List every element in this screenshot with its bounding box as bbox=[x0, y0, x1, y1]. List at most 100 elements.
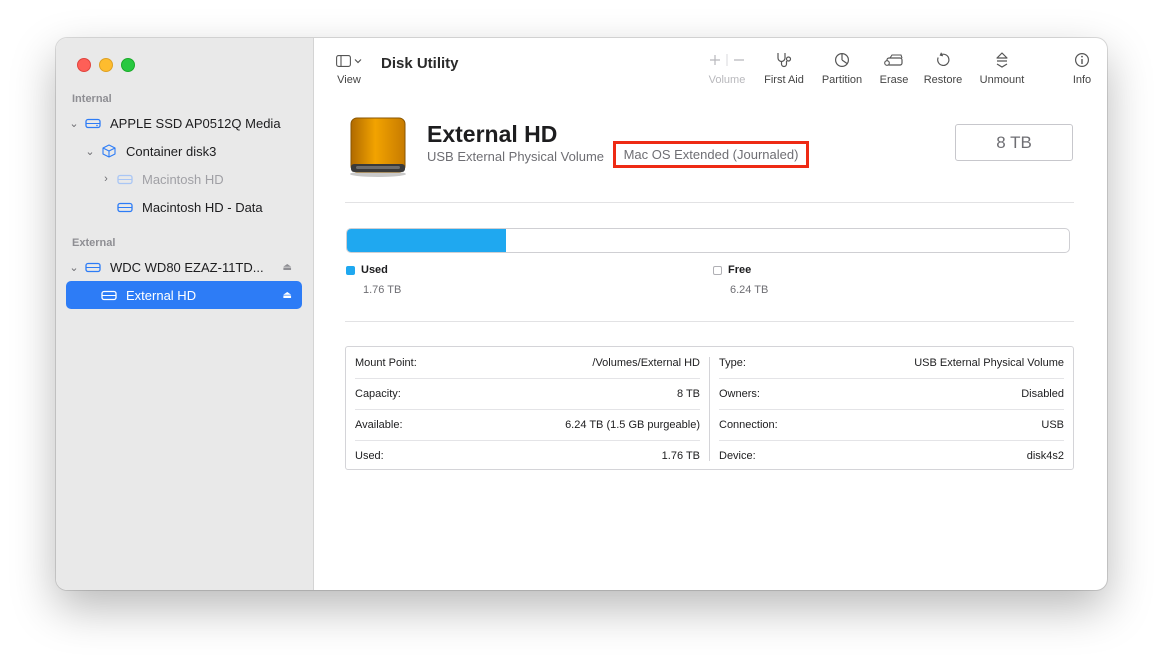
sidebar-item-label: Container disk3 bbox=[126, 143, 217, 159]
info-button[interactable]: Info bbox=[1068, 50, 1096, 86]
sidebar-item-label: External HD bbox=[126, 287, 197, 303]
chevron-down-icon bbox=[354, 59, 362, 64]
restore-button[interactable]: Restore bbox=[920, 50, 966, 86]
view-toolbar-group: View bbox=[334, 52, 364, 86]
info-value: 8 TB bbox=[676, 387, 700, 400]
divider bbox=[345, 321, 1074, 322]
sidebar-toggle-icon bbox=[336, 52, 362, 70]
zoom-button[interactable] bbox=[121, 58, 135, 72]
usage-bar-used-fill bbox=[347, 229, 506, 252]
disk-size-box: 8 TB bbox=[955, 124, 1073, 161]
partition-button[interactable]: Partition bbox=[818, 50, 866, 86]
section-external-label: External bbox=[72, 237, 116, 249]
close-button[interactable] bbox=[77, 58, 91, 72]
info-row-owners: Owners: Disabled bbox=[719, 378, 1064, 410]
sidebar-item-label: WDC WD80 EZAZ-11TD... bbox=[110, 259, 264, 275]
info-key: Mount Point: bbox=[355, 356, 417, 369]
volume-button[interactable]: Volume bbox=[704, 50, 750, 86]
disk-name: External HD bbox=[427, 121, 558, 147]
view-button[interactable]: View bbox=[334, 52, 364, 86]
info-value: Disabled bbox=[1021, 387, 1064, 400]
sidebar-item-wdc-drive[interactable]: ⌄ WDC WD80 EZAZ-11TD... ⏏ bbox=[66, 253, 302, 281]
partition-label: Partition bbox=[821, 74, 863, 86]
pie-icon bbox=[834, 50, 850, 70]
sidebar-item-apple-ssd[interactable]: ⌄ APPLE SSD AP0512Q Media bbox=[66, 109, 302, 137]
sidebar-item-macintosh-hd[interactable]: › Macintosh HD bbox=[98, 165, 302, 193]
unmount-label: Unmount bbox=[979, 74, 1025, 86]
info-value: /Volumes/External HD bbox=[592, 356, 700, 369]
used-label: Used bbox=[361, 264, 388, 276]
chevron-right-icon[interactable]: › bbox=[98, 173, 114, 185]
erase-button[interactable]: Erase bbox=[874, 50, 914, 86]
legend-used: Used 1.76 TB bbox=[346, 264, 401, 296]
chevron-down-icon[interactable]: ⌄ bbox=[66, 117, 82, 130]
chevron-down-icon[interactable]: ⌄ bbox=[66, 261, 82, 274]
info-row-available: Available: 6.24 TB (1.5 GB purgeable) bbox=[355, 409, 700, 441]
info-value: disk4s2 bbox=[1026, 449, 1064, 462]
chevron-down-icon[interactable]: ⌄ bbox=[82, 145, 98, 158]
external-hd-drive-icon bbox=[348, 116, 408, 183]
disk-type: USB External Physical Volume bbox=[427, 149, 605, 164]
view-label: View bbox=[337, 74, 361, 86]
info-label: Info bbox=[1072, 74, 1092, 86]
plus-minus-icon bbox=[708, 50, 746, 70]
external-drive-icon bbox=[82, 261, 104, 273]
info-value: USB External Physical Volume bbox=[914, 356, 1064, 369]
section-internal-label: Internal bbox=[72, 93, 112, 105]
info-row-mount-point: Mount Point: /Volumes/External HD bbox=[355, 347, 700, 379]
info-value: 1.76 TB bbox=[661, 449, 700, 462]
volume-drive-icon bbox=[98, 289, 120, 301]
info-row-device: Device: disk4s2 bbox=[719, 440, 1064, 471]
restore-label: Restore bbox=[923, 74, 963, 86]
volume-drive-icon bbox=[114, 173, 136, 185]
eject-icon[interactable]: ⏏ bbox=[283, 262, 292, 273]
info-key: Owners: bbox=[719, 387, 760, 400]
used-value: 1.76 TB bbox=[363, 284, 402, 296]
info-value: 6.24 TB (1.5 GB purgeable) bbox=[565, 418, 700, 431]
free-swatch bbox=[713, 265, 722, 275]
info-key: Type: bbox=[719, 356, 746, 369]
sidebar-item-macintosh-hd-data[interactable]: Macintosh HD - Data bbox=[114, 193, 302, 221]
usage-bar bbox=[346, 228, 1070, 253]
container-cube-icon bbox=[98, 144, 120, 158]
free-label: Free bbox=[728, 264, 752, 276]
legend-free: Free 6.24 TB bbox=[713, 264, 768, 296]
sidebar-item-container-disk3[interactable]: ⌄ Container disk3 bbox=[82, 137, 302, 165]
internal-drive-icon bbox=[82, 117, 104, 129]
first-aid-button[interactable]: First Aid bbox=[760, 50, 808, 86]
disk-utility-window: Internal ⌄ APPLE SSD AP0512Q Media ⌄ Con… bbox=[56, 38, 1107, 590]
info-table: Mount Point: /Volumes/External HD Capaci… bbox=[345, 346, 1074, 470]
sidebar-item-label: Macintosh HD bbox=[142, 171, 224, 187]
erase-label: Erase bbox=[879, 74, 909, 86]
info-key: Available: bbox=[355, 418, 403, 431]
info-row-capacity: Capacity: 8 TB bbox=[355, 378, 700, 410]
first-aid-label: First Aid bbox=[764, 74, 804, 86]
sidebar-item-external-hd[interactable]: External HD ⏏ bbox=[66, 281, 302, 309]
sidebar-item-label: APPLE SSD AP0512Q Media bbox=[110, 115, 281, 131]
info-key: Device: bbox=[719, 449, 756, 462]
erase-drive-icon bbox=[884, 50, 904, 70]
info-key: Used: bbox=[355, 449, 384, 462]
minimize-button[interactable] bbox=[99, 58, 113, 72]
info-row-used: Used: 1.76 TB bbox=[355, 440, 700, 471]
divider bbox=[345, 202, 1074, 203]
used-swatch bbox=[346, 265, 355, 275]
window-controls bbox=[77, 58, 135, 72]
unmount-icon bbox=[994, 50, 1010, 70]
sidebar: Internal ⌄ APPLE SSD AP0512Q Media ⌄ Con… bbox=[56, 38, 314, 590]
sidebar-item-label: Macintosh HD - Data bbox=[142, 199, 263, 215]
disk-format-highlight: Mac OS Extended (Journaled) bbox=[613, 141, 809, 168]
info-key: Capacity: bbox=[355, 387, 401, 400]
disk-size: 8 TB bbox=[996, 132, 1032, 152]
disk-format: Mac OS Extended (Journaled) bbox=[623, 147, 799, 162]
info-row-type: Type: USB External Physical Volume bbox=[719, 347, 1064, 379]
volume-drive-icon bbox=[114, 201, 136, 213]
volume-label: Volume bbox=[708, 74, 746, 86]
unmount-button[interactable]: Unmount bbox=[975, 50, 1029, 86]
eject-icon[interactable]: ⏏ bbox=[283, 290, 292, 301]
info-row-connection: Connection: USB bbox=[719, 409, 1064, 441]
info-value: USB bbox=[1041, 418, 1064, 431]
restore-icon bbox=[935, 50, 951, 70]
info-icon bbox=[1074, 50, 1090, 70]
free-value: 6.24 TB bbox=[730, 284, 769, 296]
